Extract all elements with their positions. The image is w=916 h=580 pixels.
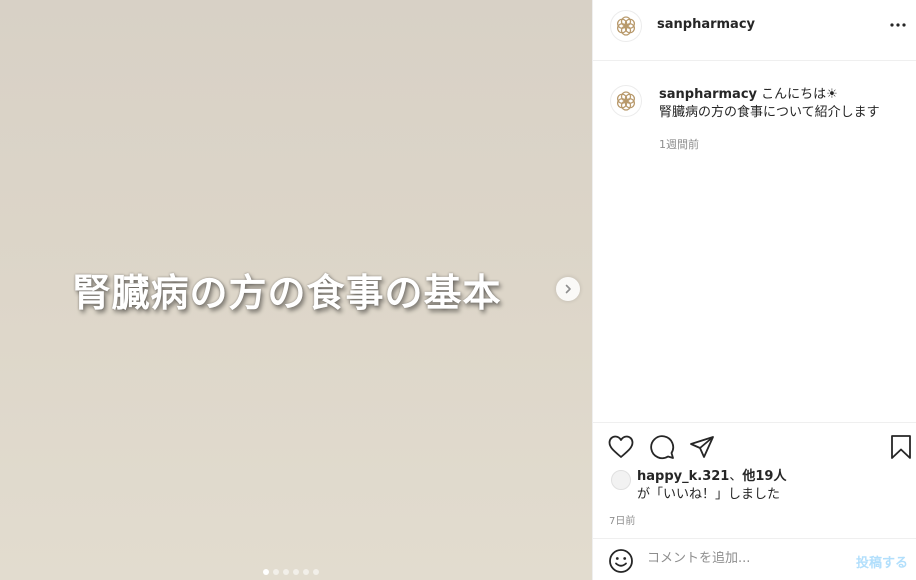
post-actions: happy_k.321、他19人 が「いいね！」しました 7日前	[593, 422, 916, 538]
save-button[interactable]	[887, 433, 915, 461]
likes-separator: 、	[729, 469, 743, 484]
comment-bar: 投稿する	[593, 538, 916, 580]
more-horizontal-icon	[890, 23, 906, 27]
post-comment-button[interactable]: 投稿する	[856, 552, 908, 571]
like-button[interactable]	[607, 433, 635, 461]
carousel-dot	[273, 569, 279, 575]
carousel-dot	[313, 569, 319, 575]
caption-greeting: こんにちは	[761, 87, 827, 102]
header-username[interactable]: sanpharmacy	[657, 17, 755, 32]
likes-summary: happy_k.321、他19人 が「いいね！」しました	[637, 468, 786, 504]
liker-username[interactable]: happy_k.321	[637, 469, 729, 484]
heart-icon	[608, 435, 634, 458]
next-slide-button[interactable]	[556, 277, 580, 301]
smiley-icon	[609, 549, 633, 573]
post-media[interactable]: 腎臓病の方の食事の基本	[0, 0, 592, 580]
likes-others-count[interactable]: 他19人	[742, 469, 786, 484]
post-side-panel: sanpharmacy sanpharmacy こんにちは☀ 腎臓病の方の食事に…	[592, 0, 916, 580]
more-options-button[interactable]	[886, 15, 910, 35]
post-header: sanpharmacy	[593, 0, 916, 61]
avatar[interactable]	[610, 10, 642, 42]
carousel-dot	[303, 569, 309, 575]
caption-text: sanpharmacy こんにちは☀ 腎臓病の方の食事について紹介します	[659, 86, 909, 122]
caption-line: 腎臓病の方の食事について紹介します	[659, 105, 880, 120]
comment-input[interactable]	[647, 551, 837, 566]
sanpharmacy-logo-icon	[616, 16, 636, 36]
carousel-dot	[263, 569, 269, 575]
likes-suffix: が「いいね！」しました	[637, 487, 781, 502]
caption-username[interactable]: sanpharmacy	[659, 87, 757, 102]
bookmark-icon	[891, 435, 911, 459]
carousel-indicator	[263, 569, 319, 575]
share-button[interactable]	[688, 433, 716, 461]
sanpharmacy-logo-icon	[616, 91, 636, 111]
avatar[interactable]	[610, 85, 642, 117]
carousel-dot	[283, 569, 289, 575]
chevron-right-icon	[565, 284, 571, 294]
share-icon	[690, 436, 714, 458]
carousel-dot	[293, 569, 299, 575]
sun-emoji-icon: ☀	[826, 87, 838, 102]
comment-button[interactable]	[648, 433, 676, 461]
caption-time: 1週間前	[659, 138, 699, 151]
post-time: 7日前	[609, 516, 636, 527]
emoji-button[interactable]	[607, 547, 635, 575]
comment-icon	[650, 435, 675, 460]
media-title: 腎臓病の方の食事の基本	[72, 270, 502, 315]
liker-avatar[interactable]	[611, 470, 631, 490]
